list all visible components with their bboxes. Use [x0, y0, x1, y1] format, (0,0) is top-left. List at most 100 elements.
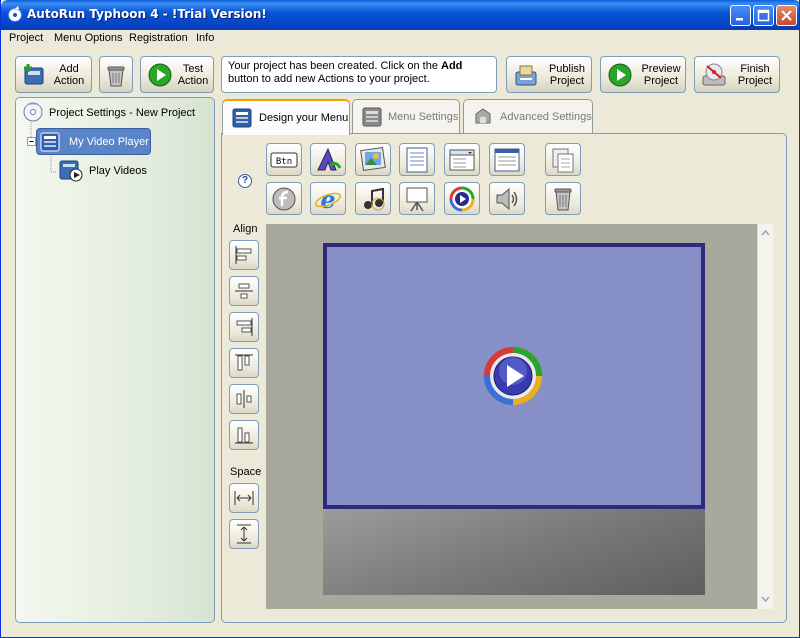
align-bottom-button[interactable] [229, 420, 259, 450]
canvas-vertical-scrollbar[interactable] [757, 224, 773, 609]
tool-text-art-button[interactable] [310, 143, 346, 176]
app-window: AutoRun Typhoon 4 - !Trial Version! Proj… [0, 0, 800, 638]
tab-menu-settings[interactable]: Menu Settings [352, 99, 460, 134]
align-left-button[interactable] [229, 240, 259, 270]
align-label: Align [233, 223, 258, 235]
space-vertical-icon [237, 524, 251, 544]
play-green-icon [608, 63, 632, 87]
publish-project-button[interactable]: Publish Project [506, 56, 592, 93]
trash-icon [554, 188, 572, 211]
text-block-icon [406, 147, 428, 173]
align-center-vertical-button[interactable] [229, 276, 259, 306]
tool-media-player-button[interactable] [444, 182, 480, 215]
flash-icon [272, 187, 296, 211]
test-action-button[interactable]: Test Action [140, 56, 214, 93]
tool-sound-button[interactable] [489, 182, 525, 215]
tool-delete-object-button[interactable] [545, 182, 581, 215]
tool-music-button[interactable] [355, 182, 391, 215]
tool-copy-button[interactable] [545, 143, 581, 176]
menu-registration[interactable]: Registration [129, 32, 188, 44]
menu-settings-icon [362, 107, 382, 127]
minimize-icon [736, 18, 743, 21]
publish-icon [515, 65, 537, 86]
menu-info[interactable]: Info [196, 32, 214, 44]
tool-web-browser-button[interactable]: e [310, 182, 346, 215]
status-message-text: Your project has been created. Click on … [228, 60, 442, 72]
advanced-settings-icon [475, 108, 491, 124]
space-label: Space [230, 466, 262, 478]
svg-text:e: e [320, 185, 335, 213]
align-left-icon [235, 246, 252, 264]
status-message: Your project has been created. Click on … [221, 56, 497, 93]
help-icon[interactable]: ? [238, 174, 252, 188]
tree-item-my-video-player[interactable]: My Video Player [36, 128, 151, 155]
music-icon [364, 187, 385, 211]
preview-project-button[interactable]: Preview Project [600, 56, 686, 93]
app-icon [8, 6, 22, 22]
browser-box-icon [494, 148, 520, 172]
tool-slideshow-button[interactable] [399, 182, 435, 215]
close-icon [781, 10, 792, 21]
align-middle-button[interactable] [229, 384, 259, 414]
menu-page-icon [40, 132, 60, 152]
space-horizontal-icon [234, 491, 254, 505]
align-bottom-icon [235, 427, 253, 444]
status-message-text-end: button to add new Actions to your projec… [228, 73, 430, 85]
space-horizontal-button[interactable] [229, 483, 259, 513]
menu-project[interactable]: Project [9, 32, 43, 44]
space-vertical-button[interactable] [229, 519, 259, 549]
tree-root-project-settings[interactable]: Project Settings - New Project [49, 107, 195, 119]
finish-project-button[interactable]: Finish Project [694, 56, 780, 93]
align-top-icon [235, 354, 253, 371]
finish-disc-icon [702, 63, 726, 86]
tree-item-play-videos[interactable]: Play Videos [89, 165, 147, 177]
align-right-icon [236, 318, 253, 336]
add-action-button[interactable]: Add Action [15, 56, 92, 93]
tab-design-your-menu[interactable]: Design your Menu [222, 99, 350, 135]
picture-icon [360, 147, 386, 171]
text-art-icon [317, 147, 342, 171]
scroll-up-icon[interactable] [759, 226, 772, 239]
tool-button-button[interactable]: Btn [266, 143, 302, 176]
play-green-icon [148, 63, 172, 87]
align-top-button[interactable] [229, 348, 259, 378]
close-button[interactable] [776, 5, 797, 26]
add-action-icon [24, 64, 44, 85]
align-right-button[interactable] [229, 312, 259, 342]
trash-icon [107, 66, 125, 87]
tool-text-block-button[interactable] [399, 143, 435, 176]
listbox-icon [449, 149, 475, 171]
status-message-bold: Add [441, 60, 463, 72]
button-tool-text: Btn [276, 157, 292, 167]
add-action-label: Add Action [53, 63, 85, 87]
tree-item-my-video-player-label: My Video Player [69, 136, 149, 148]
media-player-icon [449, 186, 475, 212]
tool-listbox-button[interactable] [444, 143, 480, 176]
slideshow-icon [406, 187, 428, 212]
internet-explorer-icon: e [314, 185, 342, 213]
scroll-down-icon[interactable] [759, 592, 772, 605]
window-title: AutoRun Typhoon 4 - !Trial Version! [27, 7, 267, 21]
publish-project-label: Publish Project [548, 63, 586, 87]
tab-menu-settings-label: Menu Settings [388, 111, 459, 123]
tree-collapse-toggle[interactable] [27, 137, 36, 146]
preview-project-label: Preview Project [641, 63, 681, 87]
delete-action-button[interactable] [99, 56, 133, 93]
maximize-button[interactable] [753, 5, 774, 26]
copy-icon [552, 148, 574, 173]
button-icon: Btn [270, 152, 298, 168]
tab-advanced-settings-label: Advanced Settings [500, 111, 592, 123]
media-player-play-button[interactable] [482, 345, 544, 407]
tool-browser-box-button[interactable] [489, 143, 525, 176]
menu-menu-options[interactable]: Menu Options [54, 32, 122, 44]
design-menu-icon [232, 108, 252, 128]
menu-stage-footer [323, 509, 705, 595]
tool-picture-button[interactable] [355, 143, 391, 176]
tool-flash-button[interactable] [266, 182, 302, 215]
title-bar[interactable]: AutoRun Typhoon 4 - !Trial Version! [1, 0, 799, 30]
speaker-icon [496, 187, 518, 211]
minimize-button[interactable] [730, 5, 751, 26]
tab-advanced-settings[interactable]: Advanced Settings [463, 99, 593, 134]
menu-bar: Project Menu Options Registration Info [1, 30, 799, 48]
align-middle-icon [236, 390, 252, 408]
